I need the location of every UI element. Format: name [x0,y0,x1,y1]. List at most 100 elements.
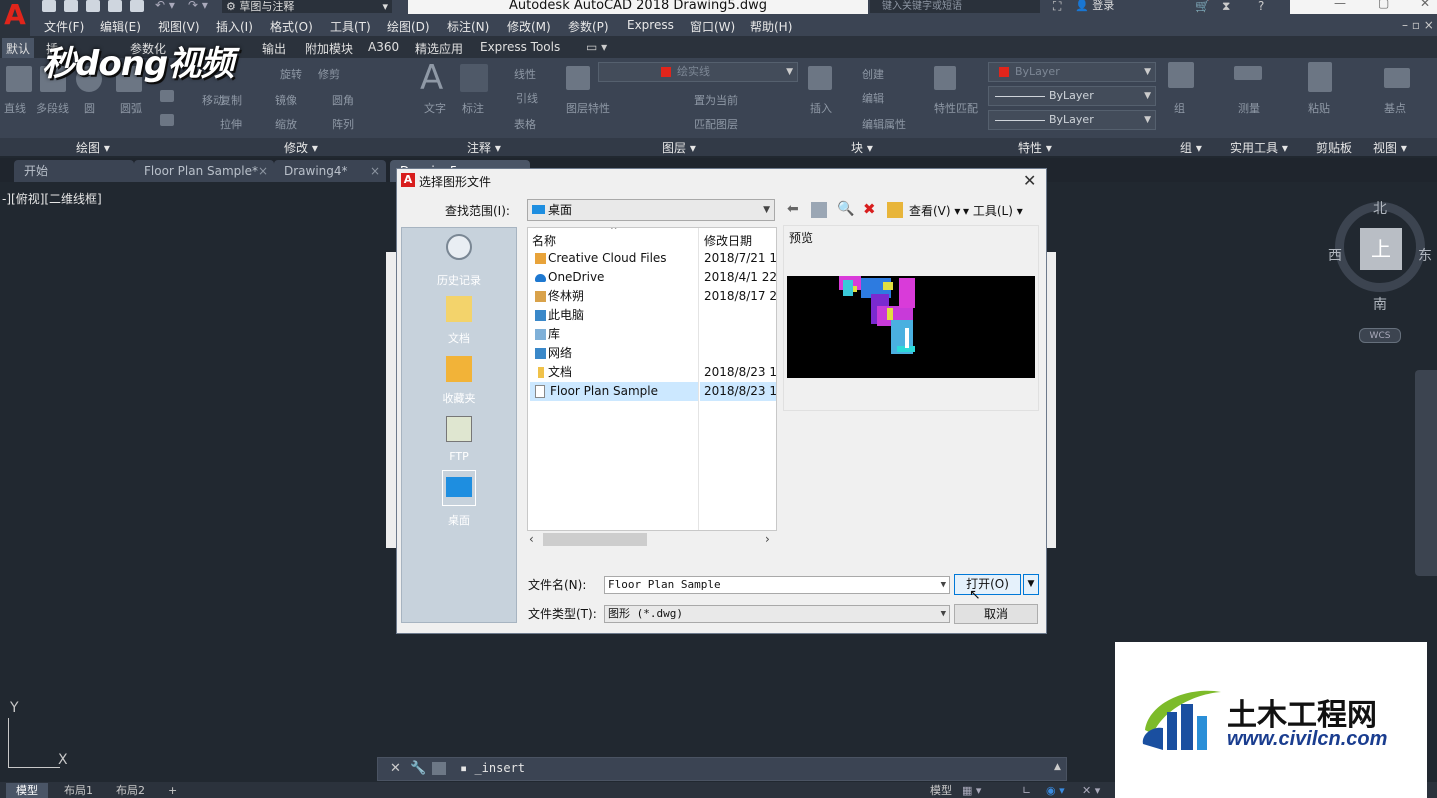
menu-tools[interactable]: 工具(T) [330,18,371,35]
doc-tab-start[interactable]: 开始 [14,160,134,182]
horizontal-scrollbar[interactable]: ‹ › [527,531,777,548]
panel-draw[interactable]: 绘图 ▾ [76,139,110,156]
close-icon[interactable]: ✕ [1420,0,1430,10]
modify-label-trim[interactable]: 修剪 [318,66,340,82]
menu-file[interactable]: 文件(F) [44,18,84,35]
menu-express[interactable]: Express [627,18,674,32]
modify-label-stretch[interactable]: 拉伸 [220,116,242,132]
look-in-dropdown[interactable]: 桌面 ▼ [527,199,775,221]
command-prompt-icon[interactable] [432,762,446,775]
menu-help[interactable]: 帮助(H) [750,18,792,35]
modify-label-array[interactable]: 阵列 [332,116,354,132]
file-row[interactable]: 文档 2018/8/23 17 [528,363,776,382]
file-row[interactable]: 网络 [528,344,776,363]
layer-properties-icon[interactable] [566,66,590,90]
cart-icon[interactable]: 🛒 [1195,0,1210,13]
color-combo[interactable]: ByLayer ▼ [988,62,1156,82]
column-header-name[interactable]: 名称 [532,232,556,249]
modify-label-copy[interactable]: 复制 [220,92,242,108]
menu-format[interactable]: 格式(O) [270,18,313,35]
viewcube-east[interactable]: 东 [1418,245,1432,265]
ribbon-tab-addins[interactable]: 附加模块 [305,40,353,57]
open-file-icon[interactable] [64,0,78,12]
undo-icon[interactable]: ↶ ▾ [155,0,175,12]
panel-annotation[interactable]: 注释 ▾ [467,139,501,156]
panel-modify[interactable]: 修改 ▾ [284,139,318,156]
doc-tab-floor-plan[interactable]: Floor Plan Sample* × [134,160,274,182]
ribbon-tab-a360[interactable]: A360 [368,40,399,54]
insert-block-icon[interactable] [808,66,832,90]
scroll-right-icon[interactable]: › [765,532,770,546]
base-view-icon[interactable] [1384,68,1410,88]
place-ftp[interactable]: FTP [402,416,516,463]
menu-draw[interactable]: 绘图(D) [387,18,430,35]
annotation-label-leader[interactable]: 引线 [516,90,538,106]
viewcube-west[interactable]: 西 [1328,245,1342,265]
place-history[interactable]: 历史记录 [402,234,516,288]
wcs-menu[interactable]: WCS [1359,328,1401,343]
ribbon-tab-output[interactable]: 输出 [262,40,286,57]
help-icon[interactable]: ? [1258,0,1264,13]
file-name-input[interactable]: Floor Plan Sample ▼ [604,576,950,594]
search-web-icon[interactable]: 🔍 [837,202,854,218]
group-icon[interactable] [1168,62,1194,88]
annotation-label-linear[interactable]: 线性 [514,66,536,82]
minimize-icon[interactable]: — [1334,0,1346,10]
panel-utilities[interactable]: 实用工具 ▾ [1230,139,1288,156]
panel-layer[interactable]: 图层 ▾ [662,139,696,156]
close-icon[interactable]: × [258,160,268,182]
place-documents[interactable]: 文档 [402,296,516,346]
open-options-button[interactable]: ▼ [1023,574,1039,595]
ortho-icon[interactable]: ∟ [1022,783,1031,798]
menu-window[interactable]: 窗口(W) [690,18,735,35]
panel-group[interactable]: 组 ▾ [1180,139,1202,156]
autocad-logo-icon[interactable]: A [0,0,30,36]
login-button[interactable]: 👤 登录 [1075,0,1114,12]
file-row[interactable]: Creative Cloud Files 2018/7/21 16 [528,249,776,268]
maximize-icon[interactable]: ▢ [1378,0,1389,10]
open-button[interactable]: 打开(O) [954,574,1021,595]
menu-insert[interactable]: 插入(I) [216,18,253,35]
file-row[interactable]: 佟林朔 2018/8/17 22 [528,287,776,306]
block-label-edit[interactable]: 编辑 [862,90,884,106]
search-input[interactable]: 键入关键字或短语 [870,0,1040,13]
layout-tab-model[interactable]: 模型 [6,783,48,798]
file-row-selected[interactable]: Floor Plan Sample [530,382,698,401]
dimension-icon[interactable] [460,64,488,92]
model-space-button[interactable]: 模型 [930,783,952,798]
viewcube-south[interactable]: 南 [1373,294,1387,314]
save-as-icon[interactable] [108,0,122,12]
annotation-label-table[interactable]: 表格 [514,116,536,132]
chevron-up-icon[interactable]: ▲ [1054,762,1061,772]
modify-label-rotate[interactable]: 旋转 [280,66,302,82]
block-label-create[interactable]: 创建 [862,66,884,82]
ribbon-tab-options-icon[interactable]: ▭ ▾ [586,40,607,54]
back-icon[interactable]: ⬅ [787,202,803,218]
scroll-left-icon[interactable]: ‹ [529,532,534,546]
menu-dimension[interactable]: 标注(N) [447,18,489,35]
place-favorites[interactable]: 收藏夹 [402,356,516,406]
paste-icon[interactable] [1308,62,1332,92]
file-row[interactable]: 此电脑 [528,306,776,325]
save-icon[interactable] [86,0,100,12]
measure-icon[interactable] [1234,66,1262,80]
wrench-icon[interactable]: 🔧 [410,761,426,776]
binoculars-icon[interactable]: ⛶ [1053,0,1061,14]
panel-clipboard[interactable]: 剪贴板 [1316,139,1352,156]
file-row[interactable]: OneDrive 2018/4/1 22:3 [528,268,776,287]
modify-label-fillet[interactable]: 圆角 [332,92,354,108]
layout-tab-2[interactable]: 布局2 [108,783,153,798]
cancel-button[interactable]: 取消 [954,604,1038,624]
navigation-bar[interactable] [1415,370,1437,576]
file-type-dropdown[interactable]: 图形 (*.dwg) ▼ [604,605,950,623]
text-tool-icon[interactable]: A [420,58,443,98]
menu-modify[interactable]: 修改(M) [507,18,551,35]
new-file-icon[interactable] [42,0,56,12]
file-row-selected-date[interactable]: 2018/8/23 17 [700,382,776,401]
new-folder-icon[interactable] [887,202,903,218]
hatch-icon[interactable] [160,114,174,126]
layout-tab-1[interactable]: 布局1 [56,783,101,798]
close-icon[interactable]: ✕ [390,761,401,776]
polar-icon[interactable]: ◉ ▾ [1046,783,1065,798]
ribbon-tab-express[interactable]: Express Tools [480,40,560,54]
